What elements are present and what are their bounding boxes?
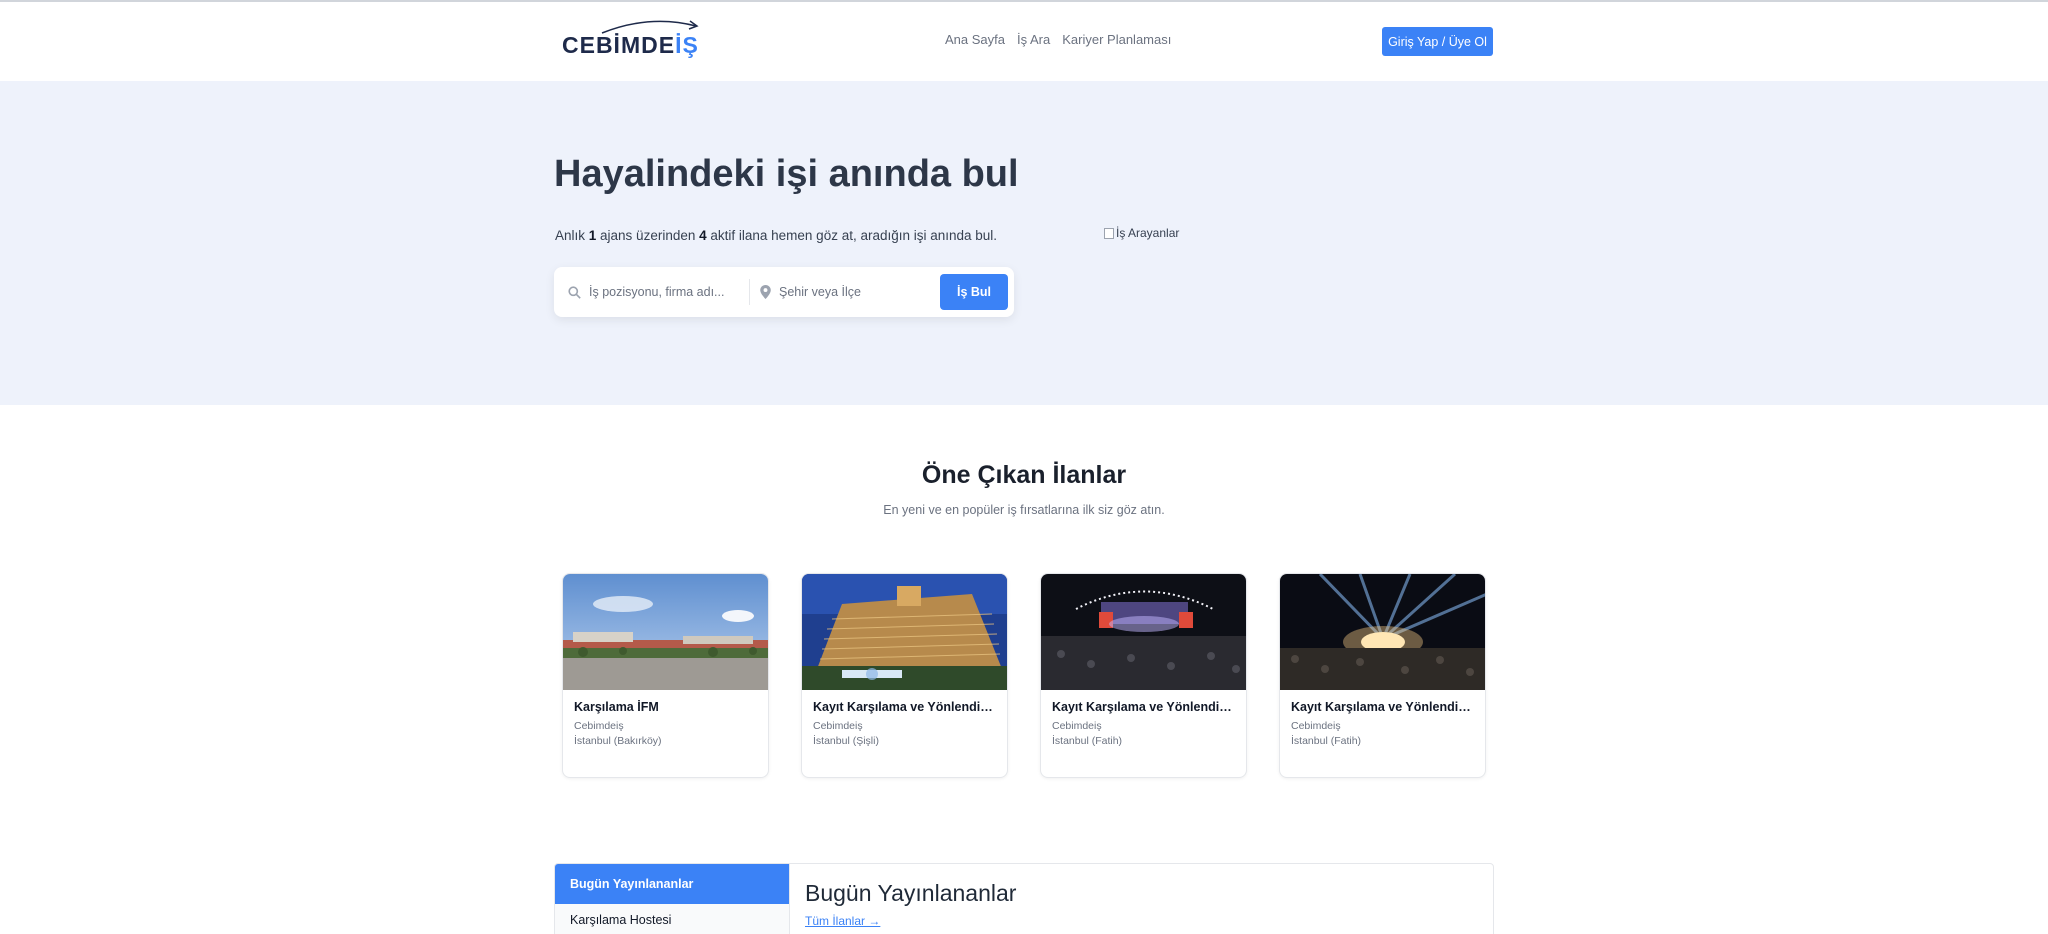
job-card-body: Karşılama İFM Cebimdeiş İstanbul (Bakırk… xyxy=(563,690,768,757)
job-card-image xyxy=(563,574,768,690)
nav-job-search[interactable]: İş Ara xyxy=(1017,32,1050,47)
job-card-company: Cebimdeiş xyxy=(574,720,624,732)
job-card[interactable]: Kayıt Karşılama ve Yönlendirme Cebimdeiş… xyxy=(801,573,1008,778)
logo-swoosh-icon xyxy=(601,20,699,34)
login-register-button[interactable]: Giriş Yap / Üye Ol xyxy=(1382,27,1493,56)
location-search-input[interactable] xyxy=(779,285,919,299)
job-card-image xyxy=(1041,574,1246,690)
job-card-location: İstanbul (Bakırköy) xyxy=(574,735,662,747)
listing-item[interactable]: Karşılama Hostesi xyxy=(555,904,789,934)
job-card-title: Karşılama İFM xyxy=(574,700,659,714)
hero-image-alt: İş Arayanlar xyxy=(1116,226,1180,240)
broken-image-icon xyxy=(1104,227,1114,239)
listings-panel: Bugün Yayınlananlar Karşılama Hostesi Bu… xyxy=(554,863,1494,934)
featured-subtitle: En yeni ve en popüler iş fırsatlarına il… xyxy=(883,503,1165,517)
job-card-company: Cebimdeiş xyxy=(1291,720,1341,732)
hero-title: Hayalindeki işi anında bul xyxy=(554,153,1019,195)
job-card-company: Cebimdeiş xyxy=(1052,720,1102,732)
job-card-body: Kayıt Karşılama ve Yönlendirme Cebimdeiş… xyxy=(1280,690,1485,757)
location-pin-icon xyxy=(760,285,771,299)
job-card-image xyxy=(802,574,1007,690)
job-card-location: İstanbul (Fatih) xyxy=(1052,735,1123,747)
job-card-title: Kayıt Karşılama ve Yönlendirme xyxy=(1052,700,1235,714)
hero-image-broken: İş Arayanlar xyxy=(1104,226,1179,240)
hero-sub-post: aktif ilana hemen göz at, aradığın işi a… xyxy=(706,228,998,243)
search-icon xyxy=(568,285,581,299)
all-listings-link[interactable]: Tüm İlanlar → xyxy=(805,914,880,928)
hero-sub-pre: Anlık xyxy=(555,228,589,243)
search-divider xyxy=(749,279,750,305)
site-header: CEBİMDEİŞ Ana Sayfa İş Ara Kariyer Planl… xyxy=(0,2,2048,81)
job-card-location: İstanbul (Şişli) xyxy=(813,735,879,747)
hero-subtitle: Anlık 1 ajans üzerinden 4 aktif ilana he… xyxy=(555,228,997,243)
job-card-title: Kayıt Karşılama ve Yönlendirme xyxy=(1291,700,1474,714)
job-card-body: Kayıt Karşılama ve Yönlendirme Cebimdeiş… xyxy=(1041,690,1246,757)
job-card[interactable]: Kayıt Karşılama ve Yönlendirme Cebimdeiş… xyxy=(1040,573,1247,778)
job-card[interactable]: Karşılama İFM Cebimdeiş İstanbul (Bakırk… xyxy=(562,573,769,778)
job-card-location: İstanbul (Fatih) xyxy=(1291,735,1362,747)
find-job-button[interactable]: İş Bul xyxy=(940,274,1008,310)
hero-sub-mid: ajans üzerinden xyxy=(596,228,700,243)
listings-tab-sidebar: Bugün Yayınlananlar Karşılama Hostesi xyxy=(555,864,790,934)
location-search-field xyxy=(760,279,920,305)
job-card-body: Kayıt Karşılama ve Yönlendirme Cebimdeiş… xyxy=(802,690,1007,757)
main-nav: Ana Sayfa İş Ara Kariyer Planlaması xyxy=(945,32,1171,47)
featured-cards: Karşılama İFM Cebimdeiş İstanbul (Bakırk… xyxy=(562,573,1486,779)
nav-career-planning[interactable]: Kariyer Planlaması xyxy=(1062,32,1171,47)
job-card-company: Cebimdeiş xyxy=(813,720,863,732)
job-card[interactable]: Kayıt Karşılama ve Yönlendirme Cebimdeiş… xyxy=(1279,573,1486,778)
job-card-image xyxy=(1280,574,1485,690)
job-search-input[interactable] xyxy=(589,285,729,299)
job-search-form: İş Bul xyxy=(554,267,1014,317)
job-card-title: Kayıt Karşılama ve Yönlendirme xyxy=(813,700,996,714)
tab-today-published[interactable]: Bugün Yayınlananlar xyxy=(555,864,789,904)
hero-section: Hayalindeki işi anında bul Anlık 1 ajans… xyxy=(0,81,2048,405)
job-search-field xyxy=(568,279,743,305)
site-logo[interactable]: CEBİMDEİŞ xyxy=(560,20,699,66)
featured-title: Öne Çıkan İlanlar xyxy=(921,461,1127,489)
listing-count: 4 xyxy=(699,228,707,243)
listings-panel-title: Bugün Yayınlananlar xyxy=(805,880,1017,906)
nav-home[interactable]: Ana Sayfa xyxy=(945,32,1005,47)
